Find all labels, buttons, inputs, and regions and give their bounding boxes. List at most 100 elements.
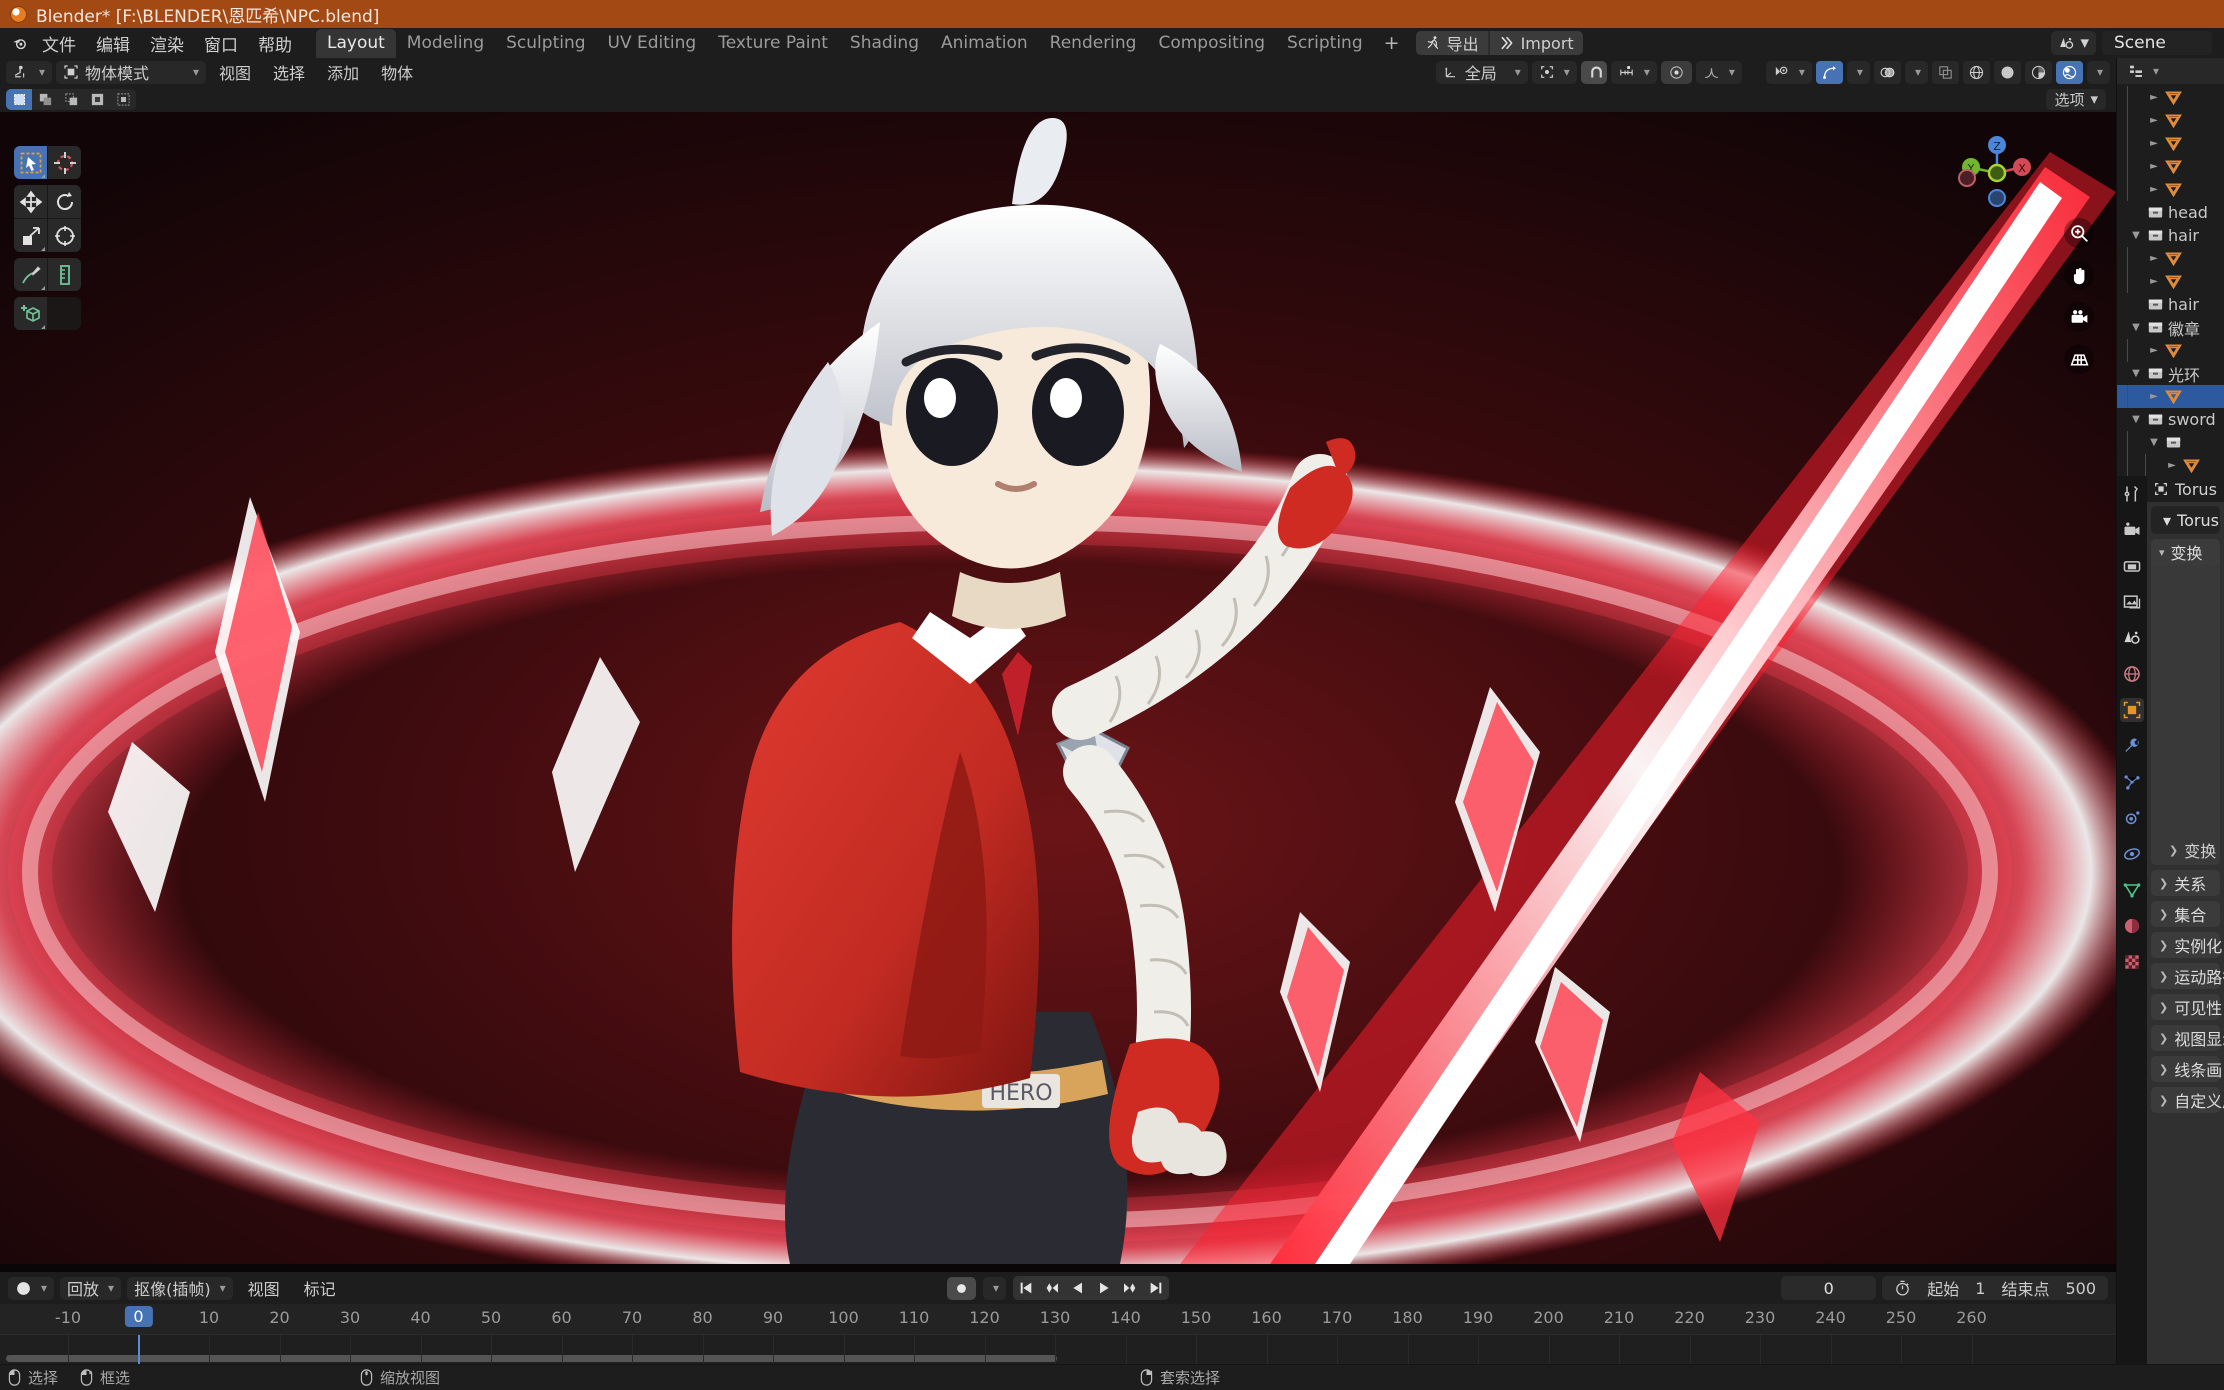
select-subtract-button[interactable]	[58, 89, 84, 110]
workspace-tab-animation[interactable]: Animation	[930, 29, 1039, 58]
xray-toggle[interactable]	[1931, 60, 1959, 84]
shading-rendered-button[interactable]	[2055, 60, 2083, 84]
tool-scale[interactable]	[14, 219, 47, 252]
overlays-settings[interactable]: ▾	[1904, 60, 1928, 84]
chevron-right-icon[interactable]: ►	[2147, 247, 2161, 270]
timeline-ruler[interactable]: -10 0 10 20 30 40 50 60 70 80 90 100 110 120 130 140 150…	[0, 1304, 2116, 1334]
outliner-row[interactable]: head	[2117, 201, 2224, 224]
frame-start-value[interactable]: 1	[1975, 1279, 1985, 1298]
workspace-tab-shading[interactable]: Shading	[839, 29, 930, 58]
timeline-track-area[interactable]	[0, 1334, 2116, 1364]
select-extend-button[interactable]	[32, 89, 58, 110]
properties-tab-render[interactable]	[2120, 518, 2144, 542]
chevron-down-icon[interactable]: ▼	[2129, 224, 2143, 247]
viewport-menu-view[interactable]: 视图	[210, 58, 260, 86]
panel-header-transform[interactable]: ▾ 变换	[2151, 539, 2220, 565]
mode-selector[interactable]: 物体模式 ▾	[56, 60, 207, 84]
object-id-block[interactable]: ▾ Torus	[2151, 506, 2220, 534]
jump-to-end-button[interactable]	[1143, 1276, 1170, 1300]
outliner-row[interactable]: ▼	[2117, 431, 2224, 454]
outliner-row[interactable]: ►	[2117, 155, 2224, 178]
chevron-down-icon[interactable]: ▼	[2129, 316, 2143, 339]
menu-edit[interactable]: 编辑	[86, 28, 140, 59]
menu-render[interactable]: 渲染	[140, 28, 194, 59]
properties-tab-data[interactable]	[2120, 878, 2144, 902]
menu-help[interactable]: 帮助	[248, 28, 302, 59]
chevron-right-icon[interactable]: ►	[2147, 178, 2161, 201]
outliner-row[interactable]: ►	[2117, 178, 2224, 201]
outliner-editor-type-selector[interactable]: ▾	[2121, 60, 2167, 82]
chevron-down-icon[interactable]: ▼	[2129, 362, 2143, 385]
outliner-row[interactable]: ▼ 光环	[2117, 362, 2224, 385]
outliner-row[interactable]: ▼ sword	[2117, 408, 2224, 431]
object-name-field[interactable]: Torus	[2177, 511, 2219, 530]
outliner-row[interactable]: ►	[2117, 109, 2224, 132]
properties-tab-texture[interactable]	[2120, 950, 2144, 974]
timeline-menu-marker[interactable]: 标记	[295, 1274, 345, 1302]
ortho-perspective-button[interactable]	[2064, 344, 2094, 374]
tool-cursor[interactable]	[48, 146, 81, 179]
navigation-gizmo[interactable]: Z Y X	[1956, 132, 2038, 214]
visibility-selector[interactable]: ▾	[1765, 60, 1812, 84]
tool-rotate[interactable]	[48, 185, 81, 218]
auto-keying-toggle[interactable]	[946, 1276, 976, 1300]
shading-settings[interactable]: ▾	[2086, 60, 2110, 84]
select-set-button[interactable]	[6, 88, 32, 110]
gizmo-settings[interactable]: ▾	[1846, 60, 1870, 84]
panel-header-line-art[interactable]: ❯ 线条画	[2151, 1056, 2222, 1082]
chevron-right-icon[interactable]: ►	[2147, 270, 2161, 293]
properties-tab-scene[interactable]	[2120, 626, 2144, 650]
export-button[interactable]: 导出	[1415, 31, 1488, 55]
pivot-point-selector[interactable]: ▾	[1531, 60, 1577, 84]
outliner-row[interactable]: ►	[2117, 339, 2224, 362]
overlays-toggle[interactable]	[1873, 60, 1901, 84]
properties-tab-object[interactable]	[2120, 698, 2144, 722]
menu-window[interactable]: 窗口	[194, 28, 248, 59]
outliner-row[interactable]: ►	[2117, 385, 2224, 408]
panel-header-motion-paths[interactable]: ❯ 运动路径	[2151, 963, 2224, 989]
outliner-row[interactable]: ►	[2117, 270, 2224, 293]
workspace-tab-layout[interactable]: Layout	[316, 28, 396, 58]
import-button[interactable]: Import	[1489, 31, 1583, 55]
workspace-tab-compositing[interactable]: Compositing	[1147, 29, 1276, 58]
next-keyframe-button[interactable]	[1117, 1276, 1144, 1300]
outliner-row[interactable]: ▼ hair	[2117, 224, 2224, 247]
timeline-playhead[interactable]	[137, 1335, 140, 1364]
shading-wireframe-button[interactable]	[1962, 60, 1990, 84]
camera-view-button[interactable]	[2064, 302, 2094, 332]
workspace-tab-uv-editing[interactable]: UV Editing	[597, 29, 708, 58]
chevron-right-icon[interactable]: ►	[2147, 385, 2161, 408]
chevron-down-icon[interactable]: ▼	[2129, 408, 2143, 431]
outliner-row[interactable]: ►	[2117, 454, 2224, 476]
current-frame-field[interactable]: 0	[1781, 1276, 1877, 1300]
panel-header-collections[interactable]: ❯ 集合	[2151, 901, 2220, 927]
gizmo-toggle[interactable]	[1815, 60, 1843, 84]
chevron-right-icon[interactable]: ►	[2147, 109, 2161, 132]
select-invert-button[interactable]	[84, 89, 110, 110]
chevron-right-icon[interactable]: ►	[2147, 86, 2161, 109]
frame-range-fields[interactable]: 起始 1 结束点 500	[1882, 1276, 2108, 1300]
properties-tab-world[interactable]	[2120, 662, 2144, 686]
properties-tab-modifier[interactable]	[2120, 734, 2144, 758]
outliner-row[interactable]: ►	[2117, 86, 2224, 109]
select-intersect-button[interactable]	[110, 89, 136, 110]
outliner-row[interactable]: hair	[2117, 293, 2224, 316]
3d-viewport[interactable]: HERO Z Y X	[0, 112, 2116, 1272]
tool-add-cube[interactable]	[14, 297, 47, 330]
viewport-menu-select[interactable]: 选择	[264, 58, 314, 86]
workspace-tab-scripting[interactable]: Scripting	[1276, 29, 1374, 58]
viewport-menu-object[interactable]: 物体	[372, 58, 422, 86]
editor-type-selector[interactable]: ▾	[6, 60, 53, 84]
frame-end-value[interactable]: 500	[2065, 1279, 2096, 1298]
shading-material-button[interactable]	[2024, 60, 2052, 84]
tool-move[interactable]	[14, 185, 47, 218]
panel-header-custom-properties[interactable]: ❯ 自定义属性	[2151, 1087, 2224, 1113]
transform-orientation-selector[interactable]: 全局 ▾	[1435, 60, 1528, 84]
chevron-right-icon[interactable]: ►	[2147, 155, 2161, 178]
outliner-row[interactable]: ►	[2117, 247, 2224, 270]
playback-popover[interactable]: 回放 ▾	[60, 1276, 122, 1300]
properties-tab-tool[interactable]	[2120, 482, 2144, 506]
tool-transform[interactable]	[48, 219, 81, 252]
panel-header-viewport-display[interactable]: ❯ 视图显示	[2151, 1025, 2224, 1051]
chevron-right-icon[interactable]: ►	[2147, 132, 2161, 155]
